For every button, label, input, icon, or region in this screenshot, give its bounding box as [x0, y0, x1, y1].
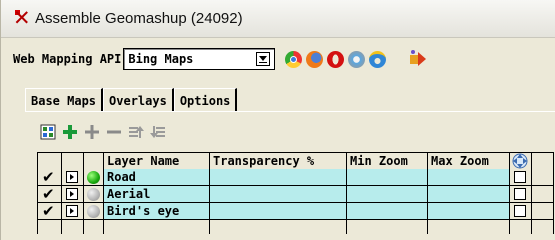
expand-button[interactable] [62, 203, 84, 219]
move-down-icon[interactable] [149, 123, 167, 141]
checkmark-icon: ✔ [42, 169, 55, 185]
header-transparency[interactable]: Transparency % [210, 153, 347, 169]
expand-arrow-icon [66, 171, 78, 183]
transparency-cell[interactable] [210, 186, 347, 202]
status-gray-icon [87, 204, 100, 218]
layer-toolbar [39, 123, 167, 141]
visible-checkbox[interactable]: ✔ [38, 169, 62, 185]
grid-icon[interactable] [39, 123, 57, 141]
max-zoom-cell[interactable] [428, 169, 510, 185]
layer-name-cell[interactable]: Road [104, 169, 210, 185]
expand-arrow-icon [66, 188, 78, 200]
max-zoom-cell[interactable] [428, 203, 510, 219]
status-gray-icon [87, 187, 100, 201]
header-visible [38, 153, 62, 169]
expand-arrow-icon [66, 205, 78, 217]
transparency-cell[interactable] [210, 203, 347, 219]
layers-table: Layer Name Transparency % Min Zoom Max Z… [37, 152, 554, 234]
move-up-icon[interactable] [127, 123, 145, 141]
firefox-icon[interactable] [306, 50, 324, 68]
header-status [84, 153, 104, 169]
chevron-down-icon[interactable] [256, 52, 271, 66]
status-indicator [84, 203, 104, 219]
api-row: Web Mapping API Bing Maps [13, 48, 428, 70]
expand-button[interactable] [62, 186, 84, 202]
checkmark-icon: ✔ [42, 203, 55, 219]
header-layer-name[interactable]: Layer Name [104, 153, 210, 169]
internet-explorer-icon[interactable] [369, 50, 387, 68]
extra-cell [532, 203, 554, 219]
add-green-icon[interactable] [61, 123, 79, 141]
move-checkbox[interactable] [510, 186, 532, 202]
extra-cell [532, 169, 554, 185]
layer-name-cell[interactable]: Aerial [104, 186, 210, 202]
tab-label: Overlays [109, 93, 167, 108]
tab-options[interactable]: Options [173, 88, 238, 112]
add-gray-icon[interactable] [83, 123, 101, 141]
visible-checkbox[interactable]: ✔ [38, 186, 62, 202]
min-zoom-cell[interactable] [347, 169, 428, 185]
remove-gray-icon[interactable] [105, 123, 123, 141]
status-indicator [84, 186, 104, 202]
header-min-zoom[interactable]: Min Zoom [347, 153, 428, 169]
min-zoom-cell[interactable] [347, 203, 428, 219]
status-green-icon [87, 170, 100, 184]
extra-cell [532, 186, 554, 202]
safari-icon[interactable] [348, 50, 366, 68]
transparency-cell[interactable] [210, 169, 347, 185]
table-header: Layer Name Transparency % Min Zoom Max Z… [38, 152, 554, 169]
tab-base-maps[interactable]: Base Maps [25, 88, 104, 112]
geomashup-window: ✕ Assemble Geomashup (24092) Web Mapping… [0, 0, 555, 240]
table-row-empty [38, 220, 554, 234]
min-zoom-cell[interactable] [347, 186, 428, 202]
header-extra [532, 153, 554, 169]
expand-button[interactable] [62, 169, 84, 185]
window-title: Assemble Geomashup (24092) [35, 10, 243, 27]
api-select-value: Bing Maps [128, 52, 194, 66]
move-checkbox[interactable] [510, 169, 532, 185]
move-arrows-icon [512, 153, 528, 169]
tab-label: Options [179, 93, 231, 108]
tab-label: Base Maps [31, 93, 97, 108]
api-select[interactable]: Bing Maps [123, 48, 276, 70]
max-zoom-cell[interactable] [428, 186, 510, 202]
table-row[interactable]: ✔ Road [38, 169, 554, 186]
tab-overlays[interactable]: Overlays [103, 88, 174, 112]
tab-bar: Base Maps Overlays Options [25, 88, 238, 112]
move-checkbox[interactable] [510, 203, 532, 219]
title-bar[interactable]: ✕ Assemble Geomashup (24092) [1, 0, 555, 38]
chrome-icon[interactable] [285, 50, 303, 68]
browser-icons [285, 50, 387, 68]
checkmark-icon: ✔ [42, 186, 55, 202]
tab-divider [25, 111, 555, 112]
header-max-zoom[interactable]: Max Zoom [428, 153, 510, 169]
app-logo-icon: ✕ [13, 5, 31, 30]
visible-checkbox[interactable]: ✔ [38, 203, 62, 219]
status-indicator [84, 169, 104, 185]
api-label: Web Mapping API [13, 52, 122, 66]
table-row[interactable]: ✔ Aerial [38, 186, 554, 203]
header-expand [62, 153, 84, 169]
table-row[interactable]: ✔ Bird's eye [38, 203, 554, 220]
opera-icon[interactable] [327, 50, 345, 68]
header-move [510, 153, 532, 169]
plugin-arrow-icon[interactable] [408, 49, 428, 69]
layer-name-cell[interactable]: Bird's eye [104, 203, 210, 219]
